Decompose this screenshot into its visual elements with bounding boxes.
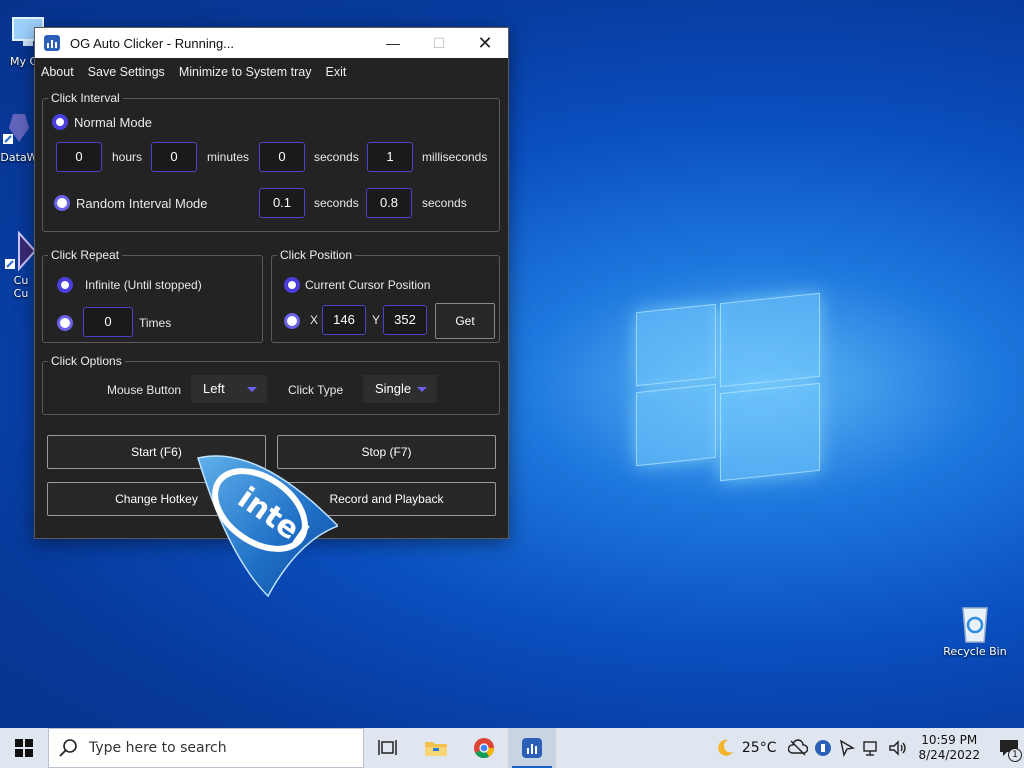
title-bar[interactable]: OG Auto Clicker - Running... — ☐ ✕: [35, 28, 508, 58]
menu-bar: About Save Settings Minimize to System t…: [35, 58, 508, 86]
clock-date: 8/24/2022: [918, 748, 980, 762]
menu-about[interactable]: About: [41, 65, 74, 79]
random-mode-radio[interactable]: [54, 195, 70, 211]
chrome-icon: [474, 738, 495, 759]
random-min-label: seconds: [314, 196, 359, 210]
pointer-icon[interactable]: [838, 739, 856, 757]
menu-minimize-to-tray[interactable]: Minimize to System tray: [179, 65, 312, 79]
click-repeat-label: Click Repeat: [48, 248, 123, 262]
click-options-label: Click Options: [48, 354, 125, 368]
network-icon[interactable]: [862, 739, 882, 757]
minutes-input[interactable]: 0: [151, 142, 197, 172]
close-icon: ✕: [477, 32, 493, 53]
desktop-icon-label: Recycle Bin: [943, 645, 1007, 658]
taskbar: Type here to search 25°C 10:59 PM 8/24/2…: [0, 728, 1024, 768]
y-coordinate-input[interactable]: 352: [383, 305, 427, 335]
current-cursor-radio[interactable]: [284, 277, 300, 293]
normal-mode-radio[interactable]: [52, 114, 68, 130]
repeat-times-radio[interactable]: [57, 315, 73, 331]
task-view-icon: [378, 740, 397, 755]
normal-mode-label: Normal Mode: [74, 115, 153, 130]
milliseconds-label: milliseconds: [422, 150, 488, 164]
fixed-position-radio[interactable]: [284, 313, 300, 329]
random-mode-label: Random Interval Mode: [76, 196, 208, 211]
notification-count-badge: 1: [1008, 748, 1022, 762]
clock[interactable]: 10:59 PM 8/24/2022: [918, 733, 980, 763]
moon-icon: [718, 739, 733, 756]
current-cursor-label: Current Cursor Position: [305, 278, 431, 292]
weather-widget[interactable]: 25°C: [714, 737, 777, 759]
click-interval-label: Click Interval: [48, 91, 123, 105]
times-label: Times: [139, 316, 172, 330]
system-tray: 25°C 10:59 PM 8/24/2022 1: [714, 728, 1024, 768]
window-title: OG Auto Clicker - Running...: [70, 35, 235, 51]
click-repeat-group: Click Repeat Infinite (Until stopped) 0 …: [42, 248, 263, 343]
random-max-input[interactable]: 0.8: [366, 188, 412, 218]
x-coordinate-input[interactable]: 146: [322, 305, 366, 335]
maximize-button[interactable]: ☐: [416, 28, 462, 58]
milliseconds-input[interactable]: 1: [367, 142, 413, 172]
clock-time: 10:59 PM: [921, 733, 978, 747]
menu-exit[interactable]: Exit: [325, 65, 346, 79]
windows-logo-wallpaper: [636, 290, 822, 482]
taskbar-file-explorer[interactable]: [412, 728, 460, 768]
search-icon: [59, 739, 77, 757]
click-interval-group: Click Interval Normal Mode 0 hours 0 min…: [42, 91, 500, 232]
get-position-button[interactable]: Get: [435, 303, 495, 339]
hours-label: hours: [112, 150, 143, 164]
click-position-label: Click Position: [277, 248, 356, 262]
taskbar-chrome[interactable]: [460, 728, 508, 768]
auto-clicker-icon: [522, 738, 542, 758]
close-button[interactable]: ✕: [462, 28, 508, 58]
minutes-label: minutes: [207, 150, 250, 164]
folder-icon: [425, 742, 447, 756]
intel-logo-overlay: intel: [188, 446, 340, 601]
click-type-label: Click Type: [288, 383, 344, 397]
hours-input[interactable]: 0: [56, 142, 102, 172]
chevron-down-icon: [247, 387, 257, 392]
recycle-bin-icon: [955, 602, 995, 643]
click-position-group: Click Position Current Cursor Position X…: [271, 248, 500, 343]
click-type-value: Single: [375, 381, 412, 396]
chevron-down-icon: [417, 387, 427, 392]
start-button-windows[interactable]: [0, 728, 48, 768]
cloud-offline-icon[interactable]: [788, 739, 809, 757]
infinite-repeat-label: Infinite (Until stopped): [85, 278, 202, 292]
mouse-button-label: Mouse Button: [107, 383, 182, 397]
y-label: Y: [372, 313, 381, 327]
auto-clicker-tray-icon[interactable]: [814, 739, 832, 757]
minimize-button[interactable]: —: [370, 28, 416, 58]
x-label: X: [310, 313, 319, 327]
weather-temperature: 25°C: [741, 740, 777, 756]
menu-save-settings[interactable]: Save Settings: [88, 65, 165, 79]
seconds-input[interactable]: 0: [259, 142, 305, 172]
volume-icon[interactable]: [888, 739, 908, 757]
taskbar-search-box[interactable]: Type here to search: [48, 728, 364, 768]
seconds-label: seconds: [314, 150, 359, 164]
auto-clicker-app-icon: [44, 35, 60, 51]
mouse-button-value: Left: [203, 381, 225, 396]
infinite-repeat-radio[interactable]: [57, 277, 73, 293]
random-min-input[interactable]: 0.1: [259, 188, 305, 218]
taskbar-auto-clicker[interactable]: [508, 728, 556, 768]
maximize-icon: ☐: [432, 34, 446, 51]
windows-start-icon: [15, 739, 33, 757]
random-max-label: seconds: [422, 196, 467, 210]
search-placeholder: Type here to search: [89, 740, 227, 756]
task-view-button[interactable]: [364, 728, 412, 768]
minimize-icon: —: [386, 35, 400, 51]
action-center-button[interactable]: 1: [994, 728, 1024, 768]
desktop-icon-recycle-bin[interactable]: Recycle Bin: [940, 602, 1010, 658]
mouse-button-dropdown[interactable]: Left: [191, 375, 267, 403]
click-options-group: Click Options Mouse Button Left Click Ty…: [42, 354, 500, 415]
click-type-dropdown[interactable]: Single: [363, 375, 437, 403]
repeat-times-input[interactable]: 0: [83, 307, 133, 337]
